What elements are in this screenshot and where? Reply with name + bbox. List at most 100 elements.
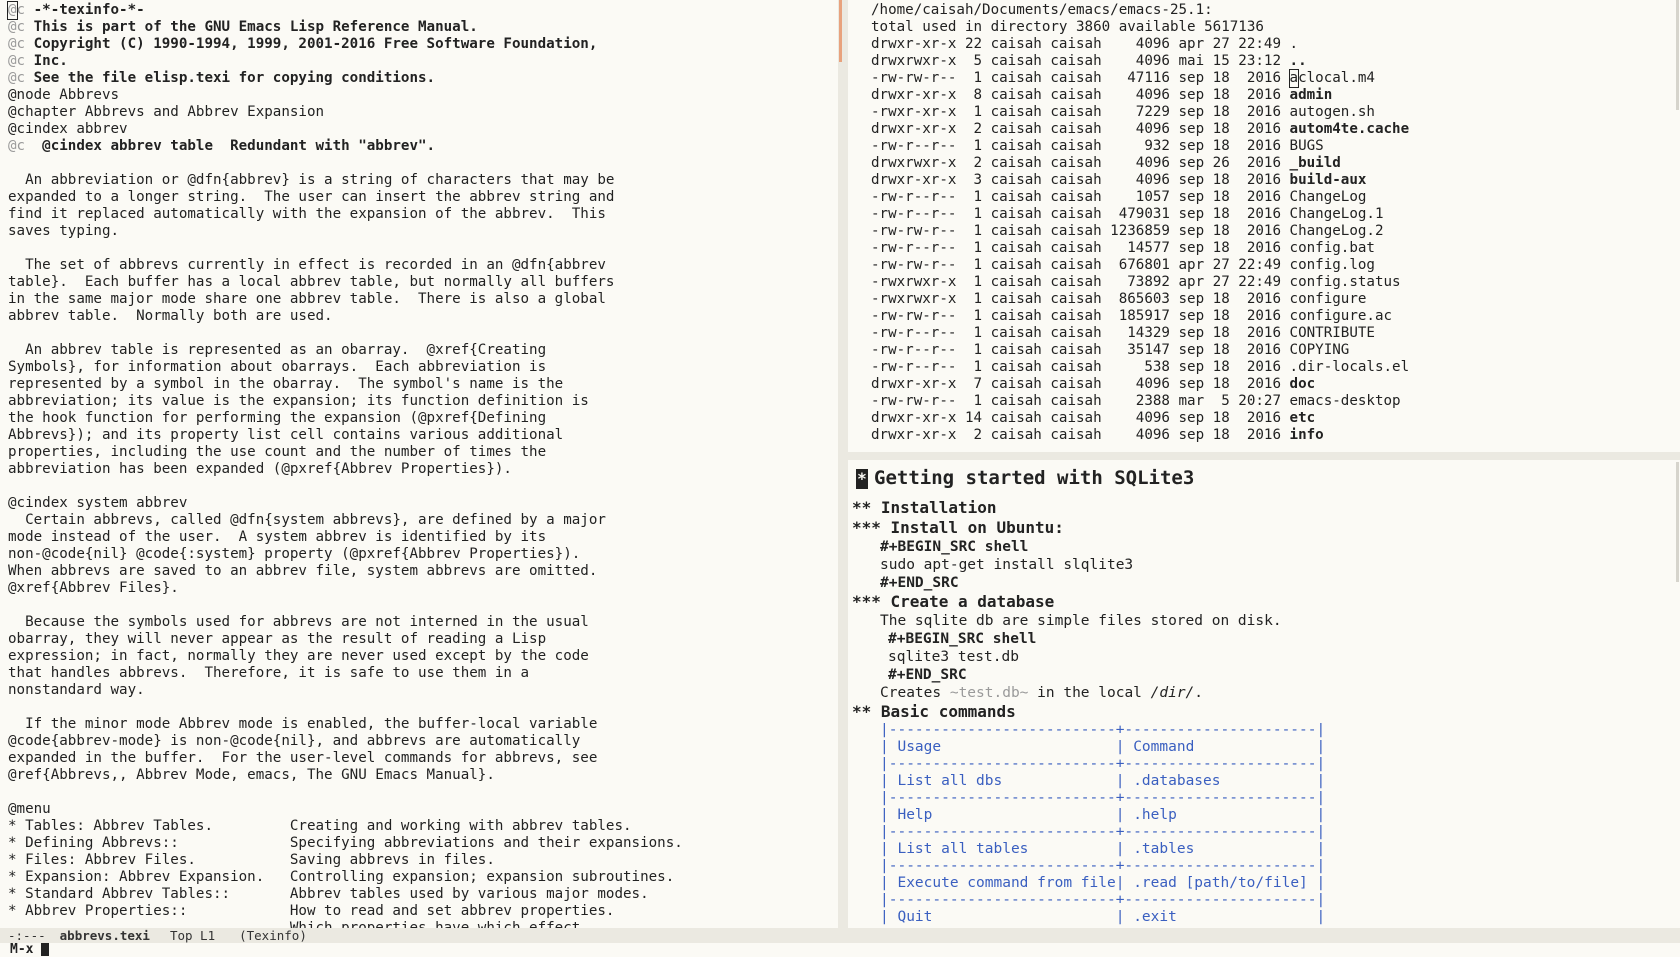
dired-entry[interactable]: -rw-r--r-- 1 caisah caisah 14329 sep 18 … [871, 325, 1680, 342]
texinfo-line[interactable]: that handles abbrevs. Therefore, it is s… [8, 665, 838, 682]
dired-entry[interactable]: drwxr-xr-x 7 caisah caisah 4096 sep 18 2… [871, 376, 1680, 393]
table-cell-usage[interactable]: List all tables [897, 841, 1028, 857]
texinfo-line[interactable]: @chapter Abbrevs and Abbrev Expansion [8, 104, 838, 121]
texinfo-line[interactable]: * Files: Abbrev Files. Saving abbrevs in… [8, 852, 838, 869]
dired-entry-name[interactable]: etc [1290, 410, 1316, 426]
texinfo-line[interactable]: @c Inc. [8, 53, 838, 70]
dired-entry-name[interactable]: admin [1290, 87, 1333, 103]
dired-entry-name[interactable]: emacs-desktop [1290, 393, 1401, 409]
table-row[interactable]: | Quit | .exit | [880, 909, 1680, 926]
texinfo-line[interactable]: * Tables: Abbrev Tables. Creating and wo… [8, 818, 838, 835]
texinfo-line[interactable]: saves typing. [8, 223, 838, 240]
table-cell-command[interactable]: .databases [1133, 773, 1220, 789]
table-row[interactable]: | List all tables | .tables | [880, 841, 1680, 858]
dired-entry[interactable]: -rw-rw-r-- 1 caisah caisah 1236859 sep 1… [871, 223, 1680, 240]
dired-entry-name[interactable]: CONTRIBUTE [1290, 325, 1375, 341]
table-cell-usage[interactable]: Usage [897, 739, 941, 755]
texinfo-line[interactable]: @cindex system abbrev [8, 495, 838, 512]
table-row[interactable]: | Help | .help | [880, 807, 1680, 824]
texinfo-line[interactable]: @c This is part of the GNU Emacs Lisp Re… [8, 19, 838, 36]
texinfo-line[interactable]: Abbrevs}); and its property list cell co… [8, 427, 838, 444]
horizontal-window-divider[interactable] [848, 452, 1680, 460]
texinfo-line[interactable]: Because the symbols used for abbrevs are… [8, 614, 838, 631]
dired-entry[interactable]: drwxr-xr-x 22 caisah caisah 4096 apr 27 … [871, 36, 1680, 53]
org-heading-installation[interactable]: ** Installation [852, 498, 1680, 518]
table-row[interactable]: | Execute command from file| .read [path… [880, 875, 1680, 892]
texinfo-line[interactable]: @cindex abbrev [8, 121, 838, 138]
dired-window[interactable]: /home/caisah/Documents/emacs/emacs-25.1:… [848, 0, 1680, 452]
texinfo-line[interactable]: non-@code{nil} @code{:system} property (… [8, 546, 838, 563]
texinfo-line[interactable]: abbrev table. Normally both are used. [8, 308, 838, 325]
dired-entry-name[interactable]: config.log [1290, 257, 1375, 273]
texinfo-line[interactable]: obarray, they will never appear as the r… [8, 631, 838, 648]
org-title-heading[interactable]: * Getting started with SQLite3 [852, 464, 1680, 492]
dired-entry[interactable]: -rw-r--r-- 1 caisah caisah 479031 sep 18… [871, 206, 1680, 223]
dired-entry-name[interactable]: BUGS [1290, 138, 1324, 154]
dired-entry[interactable]: drwxr-xr-x 3 caisah caisah 4096 sep 18 2… [871, 172, 1680, 189]
texinfo-line[interactable]: @c See the file elisp.texi for copying c… [8, 70, 838, 87]
texinfo-line[interactable] [8, 240, 838, 257]
table-header-row[interactable]: | Usage | Command | [880, 739, 1680, 756]
texinfo-line[interactable]: in the same major mode share one abbrev … [8, 291, 838, 308]
texinfo-line[interactable] [8, 478, 838, 495]
dired-entry[interactable]: drwxr-xr-x 2 caisah caisah 4096 sep 18 2… [871, 427, 1680, 444]
modeline-major-mode[interactable]: (Texinfo) [239, 928, 307, 943]
texinfo-line[interactable]: @code{abbrev-mode} is non-@code{nil}, an… [8, 733, 838, 750]
dired-entry-name[interactable]: info [1290, 427, 1324, 443]
minibuffer[interactable]: M-x [0, 943, 1680, 957]
dired-entry-name[interactable]: aclocal.m4 [1288, 69, 1375, 88]
dired-entry[interactable]: drwxr-xr-x 8 caisah caisah 4096 sep 18 2… [871, 87, 1680, 104]
texinfo-line[interactable] [8, 597, 838, 614]
texinfo-line[interactable]: @c Copyright (C) 1990-1994, 1999, 2001-2… [8, 36, 838, 53]
dired-entry[interactable]: -rw-r--r-- 1 caisah caisah 14577 sep 18 … [871, 240, 1680, 257]
dired-entry[interactable]: drwxrwxr-x 5 caisah caisah 4096 mai 15 2… [871, 53, 1680, 70]
texinfo-line[interactable]: @c @cindex abbrev table Redundant with "… [8, 138, 838, 155]
table-cell-command[interactable]: .read [path/to/file] [1133, 875, 1308, 891]
texinfo-line[interactable]: represented by a symbol in the obarray. … [8, 376, 838, 393]
texinfo-line[interactable]: Certain abbrevs, called @dfn{system abbr… [8, 512, 838, 529]
dired-entry-name[interactable]: autogen.sh [1290, 104, 1375, 120]
dired-entry-name[interactable]: configure [1290, 291, 1367, 307]
dired-entry-name[interactable]: configure.ac [1290, 308, 1393, 324]
dired-entry-name[interactable]: .. [1290, 53, 1307, 69]
dired-entry[interactable]: -rw-rw-r-- 1 caisah caisah 2388 mar 5 20… [871, 393, 1680, 410]
texinfo-line[interactable]: When abbrevs are saved to an abbrev file… [8, 563, 838, 580]
texinfo-line[interactable]: @node Abbrevs [8, 87, 838, 104]
table-cell-usage[interactable]: Execute command from file [897, 875, 1115, 891]
table-cell-usage[interactable]: Help [897, 807, 932, 823]
commands-table[interactable]: |--------------------------+------------… [852, 722, 1680, 926]
dired-entry[interactable]: drwxrwxr-x 2 caisah caisah 4096 sep 26 2… [871, 155, 1680, 172]
table-row[interactable]: | List all dbs | .databases | [880, 773, 1680, 790]
texinfo-line[interactable]: abbreviation has been expanded (@pxref{A… [8, 461, 838, 478]
dired-entry[interactable]: drwxr-xr-x 14 caisah caisah 4096 sep 18 … [871, 410, 1680, 427]
table-cell-command[interactable]: .tables [1133, 841, 1194, 857]
mode-line[interactable]: -:--- abbrevs.texi Top L1 (Texinfo) [0, 928, 1680, 943]
table-cell-usage[interactable]: List all dbs [897, 773, 1002, 789]
texinfo-line[interactable]: expanded to a longer string. The user ca… [8, 189, 838, 206]
org-window[interactable]: * Getting started with SQLite3 ** Install… [848, 460, 1680, 928]
texinfo-line[interactable]: An abbrev table is represented as an oba… [8, 342, 838, 359]
org-heading-create-database[interactable]: *** Create a database [852, 592, 1680, 612]
dired-entry[interactable]: -rw-rw-r-- 1 caisah caisah 676801 apr 27… [871, 257, 1680, 274]
dired-entry[interactable]: -rw-r--r-- 1 caisah caisah 538 sep 18 20… [871, 359, 1680, 376]
texinfo-window[interactable]: @c -*-texinfo-*- @c This is part of the G… [0, 0, 838, 928]
dired-entry[interactable]: -rw-r--r-- 1 caisah caisah 35147 sep 18 … [871, 342, 1680, 359]
texinfo-line[interactable]: the hook function for performing the exp… [8, 410, 838, 427]
dired-entry-name[interactable]: autom4te.cache [1290, 121, 1410, 137]
texinfo-line[interactable]: @xref{Abbrev Files}. [8, 580, 838, 597]
texinfo-line[interactable]: * Abbrev Properties:: How to read and se… [8, 903, 838, 920]
dired-entry-name[interactable]: doc [1290, 376, 1316, 392]
dired-entry-name[interactable]: . [1290, 36, 1299, 52]
dired-entry[interactable]: -rw-rw-r-- 1 caisah caisah 47116 sep 18 … [871, 69, 1680, 88]
dired-entry-name[interactable]: ChangeLog.1 [1290, 206, 1384, 222]
texinfo-line[interactable]: @menu [8, 801, 838, 818]
dired-entry-name[interactable]: config.bat [1290, 240, 1375, 256]
texinfo-line[interactable]: @c -*-texinfo-*- [7, 1, 838, 20]
org-heading-install-ubuntu[interactable]: *** Install on Ubuntu: [852, 518, 1680, 538]
texinfo-line[interactable]: * Expansion: Abbrev Expansion. Controlli… [8, 869, 838, 886]
dired-scrollbar[interactable] [1676, 0, 1679, 110]
dired-entry[interactable]: -rw-r--r-- 1 caisah caisah 932 sep 18 20… [871, 138, 1680, 155]
texinfo-line[interactable]: abbreviation; its value is the expansion… [8, 393, 838, 410]
texinfo-line[interactable]: table}. Each buffer has a local abbrev t… [8, 274, 838, 291]
table-cell-command[interactable]: Command [1133, 739, 1194, 755]
